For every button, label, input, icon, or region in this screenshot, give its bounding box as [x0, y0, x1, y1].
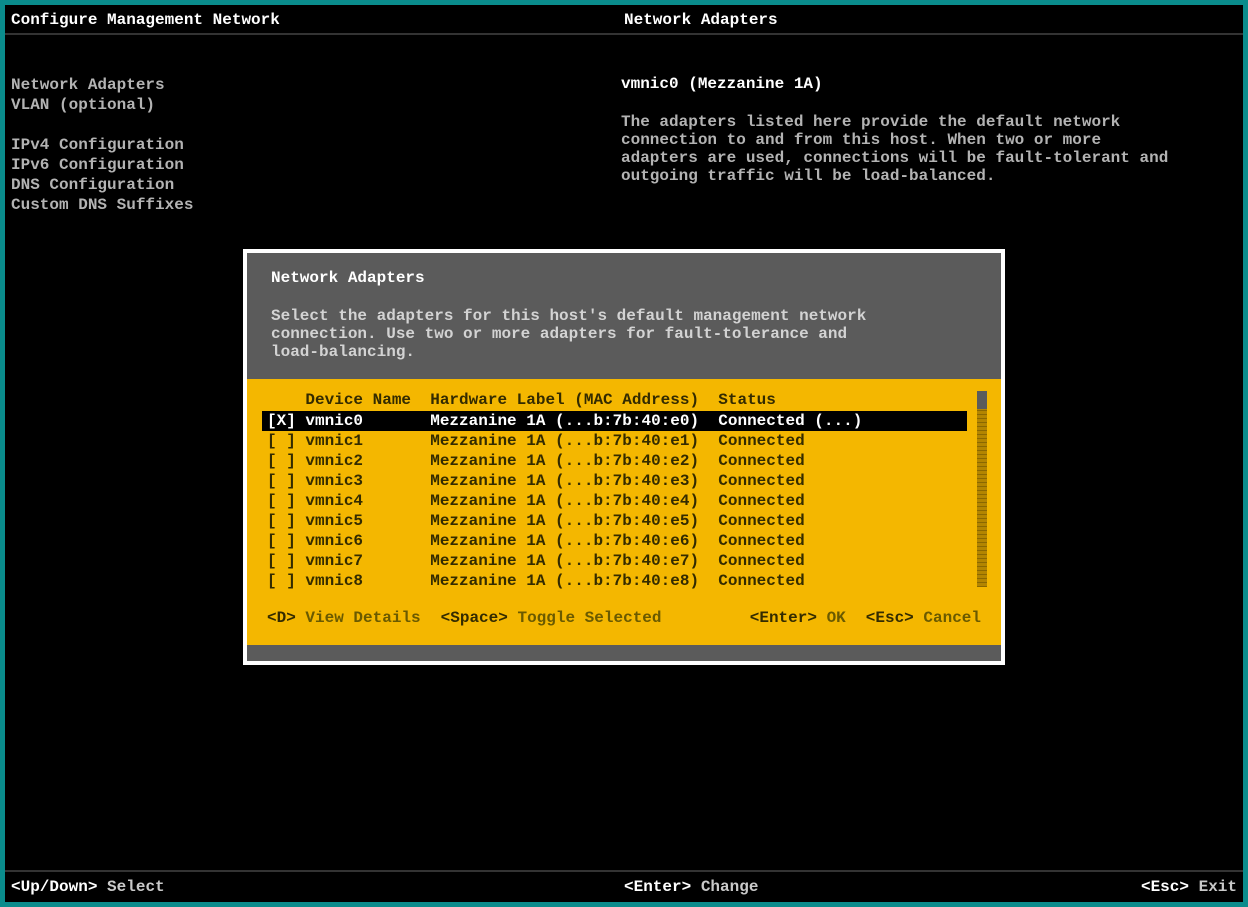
hint-change: Change [701, 878, 759, 896]
sidebar-item-ipv4[interactable]: IPv4 Configuration [11, 135, 311, 155]
dialog-header: Network Adapters Select the adapters for… [247, 253, 1001, 379]
dialog-body: Device Name Hardware Label (MAC Address)… [247, 379, 1001, 597]
sidebar-menu[interactable]: Network Adapters VLAN (optional) IPv4 Co… [11, 75, 311, 215]
page-title-left: Configure Management Network [11, 11, 624, 29]
hint-view-details: <D> View Details [267, 609, 421, 633]
adapter-row-vmnic0[interactable]: [X] vmnic0 Mezzanine 1A (...b:7b:40:e0) … [262, 411, 967, 431]
adapter-row-vmnic8[interactable]: [ ] vmnic8 Mezzanine 1A (...b:7b:40:e8) … [267, 571, 981, 591]
scrollbar-track[interactable] [977, 391, 987, 587]
main-area: Network Adapters VLAN (optional) IPv4 Co… [5, 35, 1243, 221]
adapter-row-vmnic2[interactable]: [ ] vmnic2 Mezzanine 1A (...b:7b:40:e2) … [267, 451, 981, 471]
hint-exit: Exit [1199, 878, 1237, 896]
dialog-subtitle: Select the adapters for this host's defa… [271, 307, 891, 361]
table-header: Device Name Hardware Label (MAC Address)… [267, 391, 981, 411]
status-bar: <Up/Down> Select <Enter> Change <Esc> Ex… [5, 870, 1243, 902]
adapter-row-vmnic6[interactable]: [ ] vmnic6 Mezzanine 1A (...b:7b:40:e6) … [267, 531, 981, 551]
action-cancel: Cancel [923, 609, 981, 627]
key-space: <Space> [441, 609, 508, 627]
adapter-row-vmnic3[interactable]: [ ] vmnic3 Mezzanine 1A (...b:7b:40:e3) … [267, 471, 981, 491]
network-adapters-dialog: Network Adapters Select the adapters for… [243, 249, 1005, 665]
sidebar-spacer [11, 115, 311, 135]
hint-cancel: <Esc> Cancel [866, 609, 981, 633]
dialog-title: Network Adapters [271, 269, 977, 287]
key-esc: <Esc> [866, 609, 914, 627]
sidebar-item-vlan[interactable]: VLAN (optional) [11, 95, 311, 115]
title-bar: Configure Management Network Network Ada… [5, 5, 1243, 35]
action-toggle: Toggle Selected [517, 609, 661, 627]
action-ok: OK [827, 609, 846, 627]
key-d: <D> [267, 609, 296, 627]
dialog-footer: <D> View Details <Space> Toggle Selected… [247, 597, 1001, 645]
sidebar-item-network-adapters[interactable]: Network Adapters [11, 75, 311, 95]
description-subject: vmnic0 (Mezzanine 1A) [621, 75, 1181, 93]
adapter-row-vmnic5[interactable]: [ ] vmnic5 Mezzanine 1A (...b:7b:40:e5) … [267, 511, 981, 531]
adapter-list[interactable]: [X] vmnic0 Mezzanine 1A (...b:7b:40:e0) … [267, 411, 981, 591]
description-panel: vmnic0 (Mezzanine 1A) The adapters liste… [621, 75, 1181, 215]
key-updown: <Up/Down> [11, 878, 97, 896]
description-text: The adapters listed here provide the def… [621, 113, 1181, 185]
sidebar-item-ipv6[interactable]: IPv6 Configuration [11, 155, 311, 175]
adapter-row-vmnic1[interactable]: [ ] vmnic1 Mezzanine 1A (...b:7b:40:e1) … [267, 431, 981, 451]
page-title-right: Network Adapters [624, 11, 1237, 29]
hint-toggle-selected: <Space> Toggle Selected [441, 609, 662, 633]
action-view-details: View Details [305, 609, 420, 627]
adapter-row-vmnic7[interactable]: [ ] vmnic7 Mezzanine 1A (...b:7b:40:e7) … [267, 551, 981, 571]
adapter-row-vmnic4[interactable]: [ ] vmnic4 Mezzanine 1A (...b:7b:40:e4) … [267, 491, 981, 511]
hint-ok: <Enter> OK [750, 609, 846, 633]
hint-select: Select [107, 878, 165, 896]
sidebar-item-dns-suffixes[interactable]: Custom DNS Suffixes [11, 195, 311, 215]
key-enter: <Enter> [750, 609, 817, 627]
scrollbar-thumb[interactable] [977, 391, 987, 409]
key-esc-footer: <Esc> [1141, 878, 1189, 896]
sidebar-item-dns[interactable]: DNS Configuration [11, 175, 311, 195]
key-enter-footer: <Enter> [624, 878, 691, 896]
